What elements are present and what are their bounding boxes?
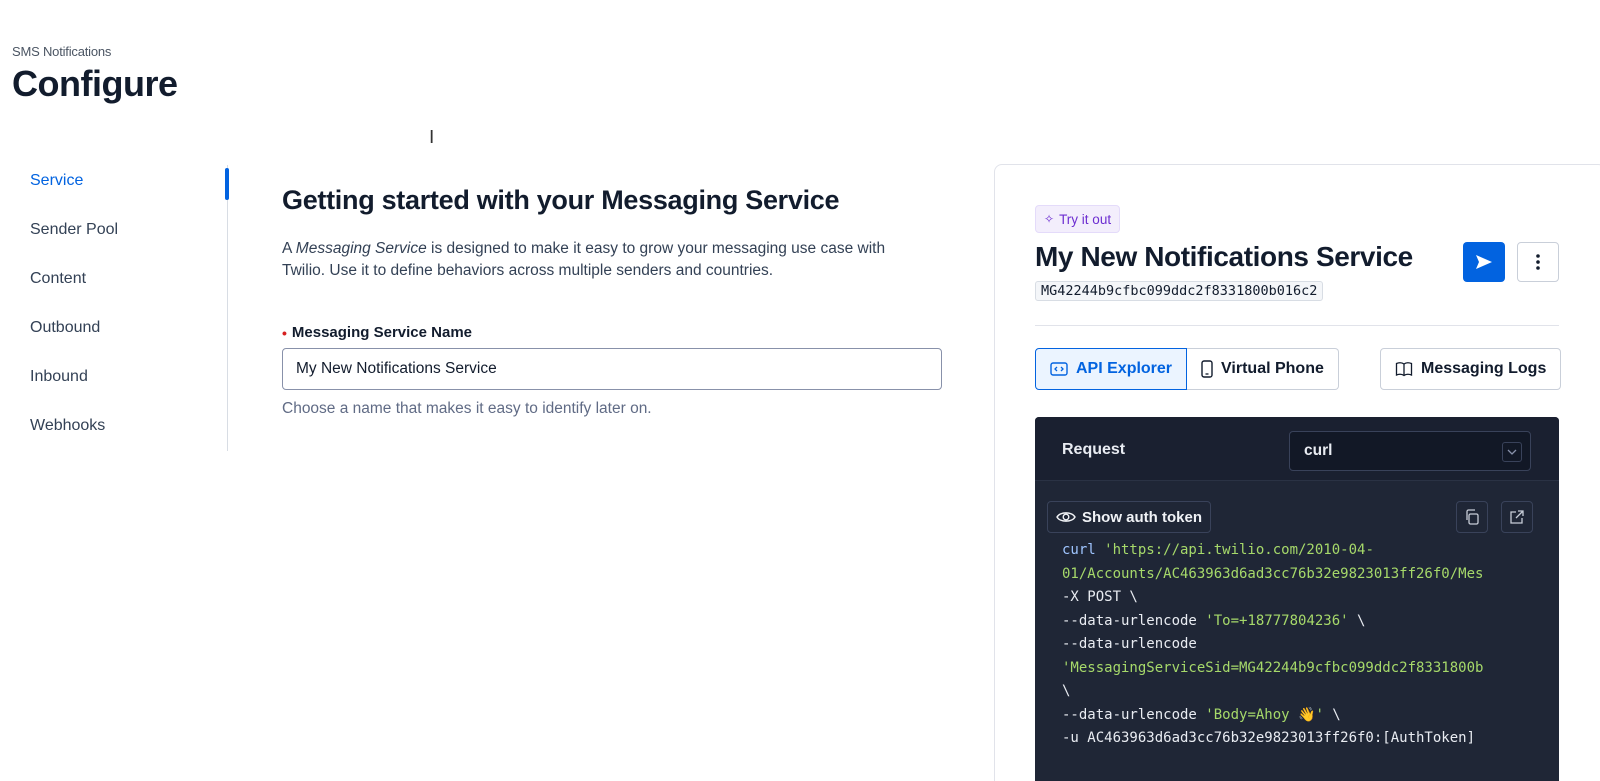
service-name-label: • Messaging Service Name — [282, 324, 472, 341]
show-auth-token-button[interactable]: Show auth token — [1047, 501, 1211, 533]
sidebar-item-inbound[interactable]: Inbound — [30, 368, 88, 386]
code-line-4-value: 'To=+18777804236' — [1205, 612, 1349, 629]
service-title: My New Notifications Service — [1035, 241, 1413, 272]
book-icon — [1395, 362, 1413, 377]
sidebar-item-webhooks[interactable]: Webhooks — [30, 417, 105, 435]
code-line-1-cmd: curl — [1062, 542, 1096, 558]
external-link-icon — [1510, 510, 1524, 524]
page-title: Configure — [12, 63, 178, 104]
text-cursor-icon: I — [429, 127, 435, 148]
request-label: Request — [1062, 441, 1126, 458]
send-button[interactable] — [1463, 242, 1505, 282]
code-line-1-url: 'https://api.twilio.com/2010-04- — [1095, 542, 1374, 558]
service-name-help-text: Choose a name that makes it easy to iden… — [282, 400, 652, 417]
sidebar: Service Sender Pool Content Outbound Inb… — [0, 165, 229, 451]
service-name-input[interactable] — [282, 348, 942, 390]
more-vertical-icon — [1536, 254, 1540, 270]
code-line-4-flag: --data-urlencode — [1062, 612, 1206, 629]
code-line-7: \ — [1062, 683, 1071, 699]
more-options-button[interactable] — [1517, 242, 1559, 282]
language-select[interactable]: curl — [1289, 431, 1531, 471]
section-heading: Getting started with your Messaging Serv… — [282, 185, 840, 215]
page-header: SMS Notifications Configure — [12, 44, 178, 105]
panel-tabs: API Explorer Virtual Phone — [1035, 348, 1339, 390]
sidebar-item-content[interactable]: Content — [30, 270, 86, 288]
card-divider — [1035, 325, 1559, 326]
sidebar-item-outbound[interactable]: Outbound — [30, 319, 100, 337]
sidebar-item-service[interactable]: Service — [30, 172, 83, 190]
messaging-logs-button[interactable]: Messaging Logs — [1380, 348, 1562, 390]
code-line-3: -X POST \ — [1062, 589, 1138, 605]
request-header: Request curl — [1035, 417, 1559, 481]
try-it-out-panel: ✧ Try it out My New Notifications Servic… — [994, 164, 1600, 781]
code-line-8-value: 'Body=Ahoy 👋' — [1205, 706, 1324, 723]
chevron-down-icon — [1502, 442, 1522, 462]
required-indicator-icon: • — [282, 324, 287, 341]
breadcrumb[interactable]: SMS Notifications — [12, 44, 177, 59]
messaging-service-term: Messaging Service — [295, 240, 427, 257]
code-line-2: 01/Accounts/AC463963d6ad3cc76b32e9823013… — [1062, 565, 1484, 582]
tab-virtual-phone[interactable]: Virtual Phone — [1187, 348, 1339, 390]
request-code: curl 'https://api.twilio.com/2010-04- 01… — [1062, 542, 1484, 746]
try-it-out-badge: ✧ Try it out — [1035, 205, 1121, 233]
phone-icon — [1201, 360, 1213, 378]
sidebar-item-sender-pool[interactable]: Sender Pool — [30, 221, 118, 239]
section-description: A Messaging Service is designed to make … — [282, 240, 886, 279]
code-line-9: -u AC463963d6ad3cc76b32e9823013ff26f0:[A… — [1062, 730, 1476, 746]
code-line-5: --data-urlencode — [1062, 636, 1197, 652]
sidebar-active-indicator — [225, 168, 229, 200]
open-external-button[interactable] — [1501, 501, 1533, 533]
service-sid: MG42244b9cfbc099ddc2f8331800b016c2 — [1035, 281, 1324, 301]
main-content: Getting started with your Messaging Serv… — [282, 185, 942, 418]
copy-icon — [1466, 509, 1479, 525]
tab-api-explorer[interactable]: API Explorer — [1035, 348, 1188, 390]
copy-button[interactable] — [1456, 501, 1488, 533]
send-icon — [1476, 255, 1492, 269]
code-icon — [1050, 362, 1068, 376]
sparkle-icon: ✧ — [1044, 212, 1055, 226]
request-code-panel: Request curl Show auth token curl 'https… — [1035, 417, 1559, 781]
code-line-8-flag: --data-urlencode — [1062, 706, 1206, 723]
code-line-6: 'MessagingServiceSid=MG42244b9cfbc099ddc… — [1062, 659, 1484, 676]
eye-icon — [1056, 512, 1076, 522]
